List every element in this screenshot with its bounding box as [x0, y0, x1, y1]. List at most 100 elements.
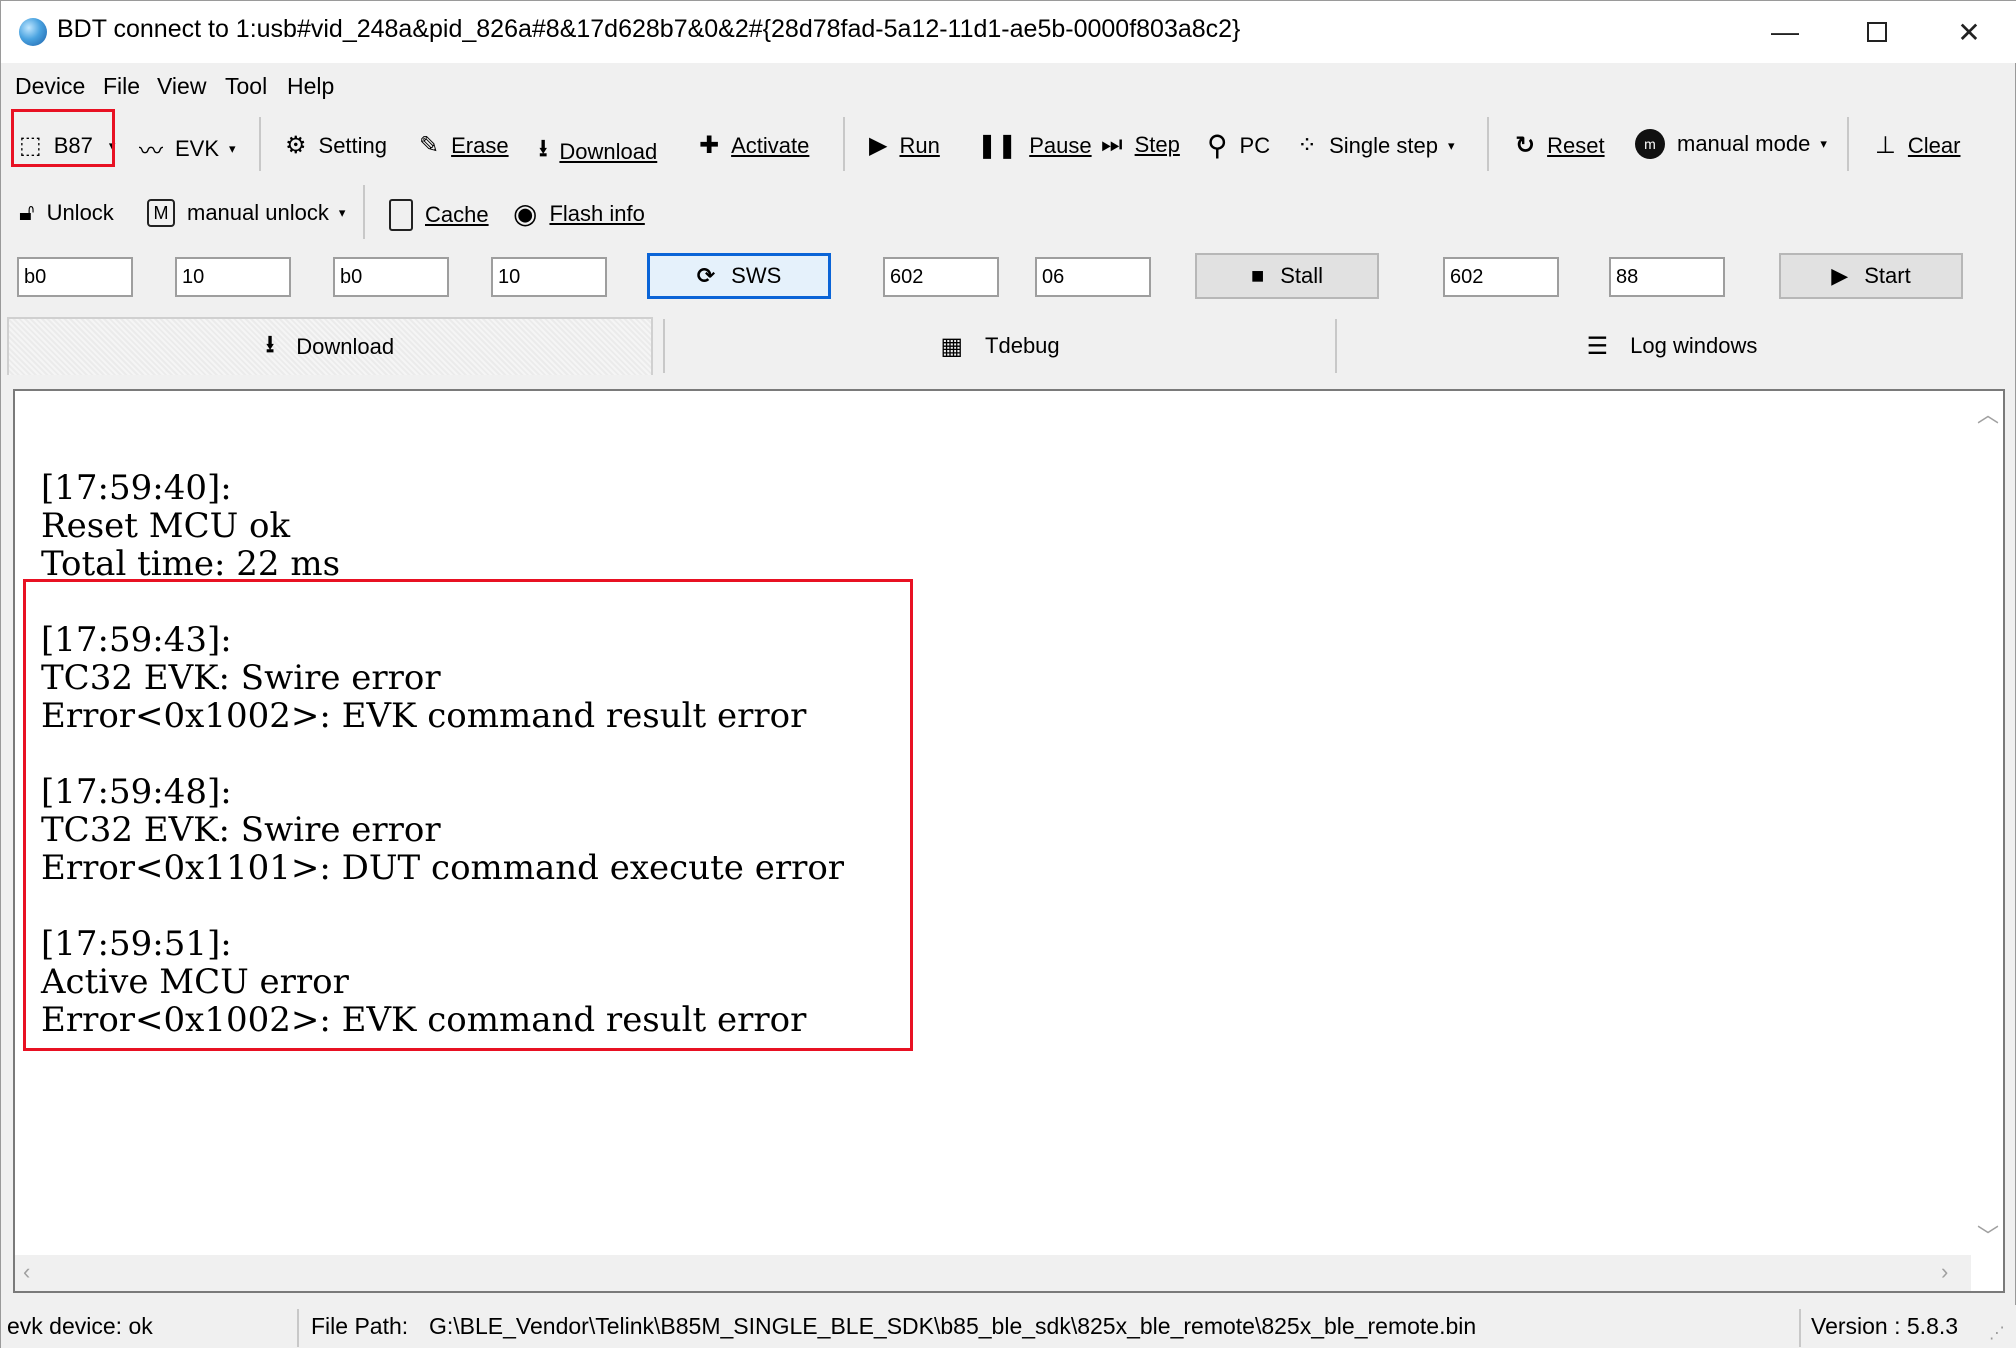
menu-device[interactable]: Device: [15, 73, 85, 100]
mode-select-button[interactable]: m manual mode ▾: [1635, 129, 1827, 159]
vertical-scrollbar[interactable]: ︿ ﹀: [1969, 391, 2003, 1253]
list-icon: ☰: [1586, 332, 1609, 360]
pc-label: PC: [1239, 132, 1271, 158]
footsteps-icon: ⁘: [1297, 132, 1318, 159]
tab-download[interactable]: ⭳ Download: [7, 317, 653, 375]
erase-button[interactable]: ✎ Erase: [419, 131, 509, 160]
mode-label: manual mode: [1677, 131, 1811, 156]
start-label: Start: [1864, 263, 1911, 288]
activate-button[interactable]: ✚ Activate: [699, 131, 809, 160]
step-icon: ⏭: [1101, 131, 1123, 158]
sync-icon: ⟳: [696, 263, 716, 288]
download-icon: ⭳: [539, 135, 548, 162]
toolbar-divider: [1847, 117, 1849, 171]
menu-help[interactable]: Help: [287, 73, 334, 100]
start-button[interactable]: ▶ Start: [1779, 253, 1963, 299]
scroll-up-icon[interactable]: ︿: [1977, 397, 1999, 429]
chevron-down-icon: ▾: [229, 140, 236, 156]
stall-button[interactable]: ■ Stall: [1195, 253, 1379, 299]
step-label: Step: [1134, 132, 1180, 157]
manual-unlock-button[interactable]: M manual unlock ▾: [147, 199, 345, 227]
pause-icon: ❚❚: [977, 132, 1018, 159]
status-divider: [297, 1309, 299, 1347]
file-path-label: File Path:: [311, 1313, 409, 1339]
evk-button[interactable]: 〰 EVK ▾: [139, 131, 236, 166]
sws-label: SWS: [731, 263, 782, 288]
menu-tool[interactable]: Tool: [225, 73, 267, 100]
run-label: Run: [899, 132, 940, 158]
device-status: evk device: ok: [7, 1313, 153, 1339]
plus-icon: ✚: [699, 132, 720, 159]
flash-info-button[interactable]: ◉ Flash info: [513, 197, 645, 230]
toolbar-divider: [363, 185, 365, 239]
len-field-2[interactable]: [491, 257, 607, 297]
version-label: Version : 5.8.3: [1811, 1313, 1959, 1339]
setting-button[interactable]: ⚙ Setting: [285, 131, 387, 160]
tab-tdebug[interactable]: ▦ Tdebug: [665, 317, 1335, 375]
log-line: [17:59:40]:: [41, 468, 232, 508]
search-icon: ⚲: [1207, 130, 1228, 161]
log-panel[interactable]: [17:59:40]: Reset MCU ok Total time: 22 …: [13, 389, 2005, 1293]
m-box-icon: M: [147, 199, 175, 227]
unlock-icon: 🔓︎: [19, 199, 35, 226]
menu-bar: Device File View Tool Help: [1, 67, 2016, 109]
gear-icon: ⚙: [285, 132, 307, 159]
value-field-3[interactable]: [1035, 257, 1151, 297]
mode-icon: m: [1635, 129, 1665, 159]
horizontal-scrollbar[interactable]: ‹ ›: [15, 1255, 1971, 1291]
tab-log-windows-label: Log windows: [1630, 333, 1758, 358]
scroll-left-icon[interactable]: ‹: [23, 1259, 30, 1285]
chevron-down-icon: ▾: [338, 205, 346, 220]
menu-file[interactable]: File: [103, 73, 140, 100]
scroll-right-icon[interactable]: ›: [1941, 1259, 1948, 1285]
title-bar: BDT connect to 1:usb#vid_248a&pid_826a#8…: [1, 1, 2016, 63]
evk-label: EVK: [175, 135, 220, 161]
clipboard-icon: [389, 199, 413, 231]
unlock-button[interactable]: 🔓︎ Unlock: [19, 199, 114, 227]
eraser-icon: ✎: [419, 132, 440, 159]
log-line: Reset MCU ok: [41, 506, 291, 546]
addr-field-4[interactable]: [1443, 257, 1559, 297]
maximize-button[interactable]: [1831, 1, 1923, 63]
setting-label: Setting: [318, 132, 388, 158]
erase-label: Erase: [451, 132, 509, 158]
download-icon: ⭳: [265, 330, 275, 358]
toolbar-divider: [843, 117, 845, 171]
close-button[interactable]: ✕: [1923, 1, 2015, 63]
pause-label: Pause: [1029, 132, 1092, 158]
download-button[interactable]: ⭳ Download: [539, 131, 657, 172]
scroll-down-icon[interactable]: ﹀: [1977, 1219, 1999, 1251]
single-step-label: Single step: [1329, 132, 1438, 158]
run-icon: ▶: [869, 132, 888, 159]
tab-download-label: Download: [296, 334, 395, 359]
tab-tdebug-label: Tdebug: [985, 333, 1060, 358]
addr-field-1[interactable]: [17, 257, 133, 297]
len-field-1[interactable]: [175, 257, 291, 297]
value-field-4[interactable]: [1609, 257, 1725, 297]
pc-button[interactable]: ⚲ PC: [1207, 129, 1270, 162]
unlock-label: Unlock: [46, 200, 114, 225]
single-step-button[interactable]: ⁘ Single step ▾: [1297, 131, 1455, 160]
clear-button[interactable]: ⊥ Clear: [1875, 131, 1960, 160]
step-button[interactable]: ⏭ Step: [1101, 131, 1180, 159]
minimize-button[interactable]: —: [1739, 1, 1831, 63]
resize-grip-icon[interactable]: ⋰: [1989, 1323, 2005, 1343]
pause-button[interactable]: ❚❚ Pause: [977, 131, 1092, 160]
run-button[interactable]: ▶ Run: [869, 131, 940, 160]
bdt-window: BDT connect to 1:usb#vid_248a&pid_826a#8…: [0, 0, 2016, 1348]
cache-button[interactable]: Cache: [389, 199, 489, 231]
reset-button[interactable]: ↻ Reset: [1515, 131, 1605, 160]
globe-icon: [19, 18, 47, 46]
sws-button[interactable]: ⟳ SWS: [647, 253, 831, 299]
addr-field-3[interactable]: [883, 257, 999, 297]
clear-label: Clear: [1907, 132, 1961, 158]
highlight-box-chip: [11, 109, 115, 167]
log-line: Total time: 22 ms: [41, 544, 341, 584]
manual-unlock-label: manual unlock: [187, 200, 329, 225]
addr-field-2[interactable]: [333, 257, 449, 297]
stall-label: Stall: [1280, 263, 1324, 288]
menu-view[interactable]: View: [157, 73, 206, 100]
download-label: Download: [559, 138, 658, 164]
signal-icon: 〰: [139, 138, 163, 165]
tab-log-windows[interactable]: ☰ Log windows: [1337, 317, 2007, 375]
